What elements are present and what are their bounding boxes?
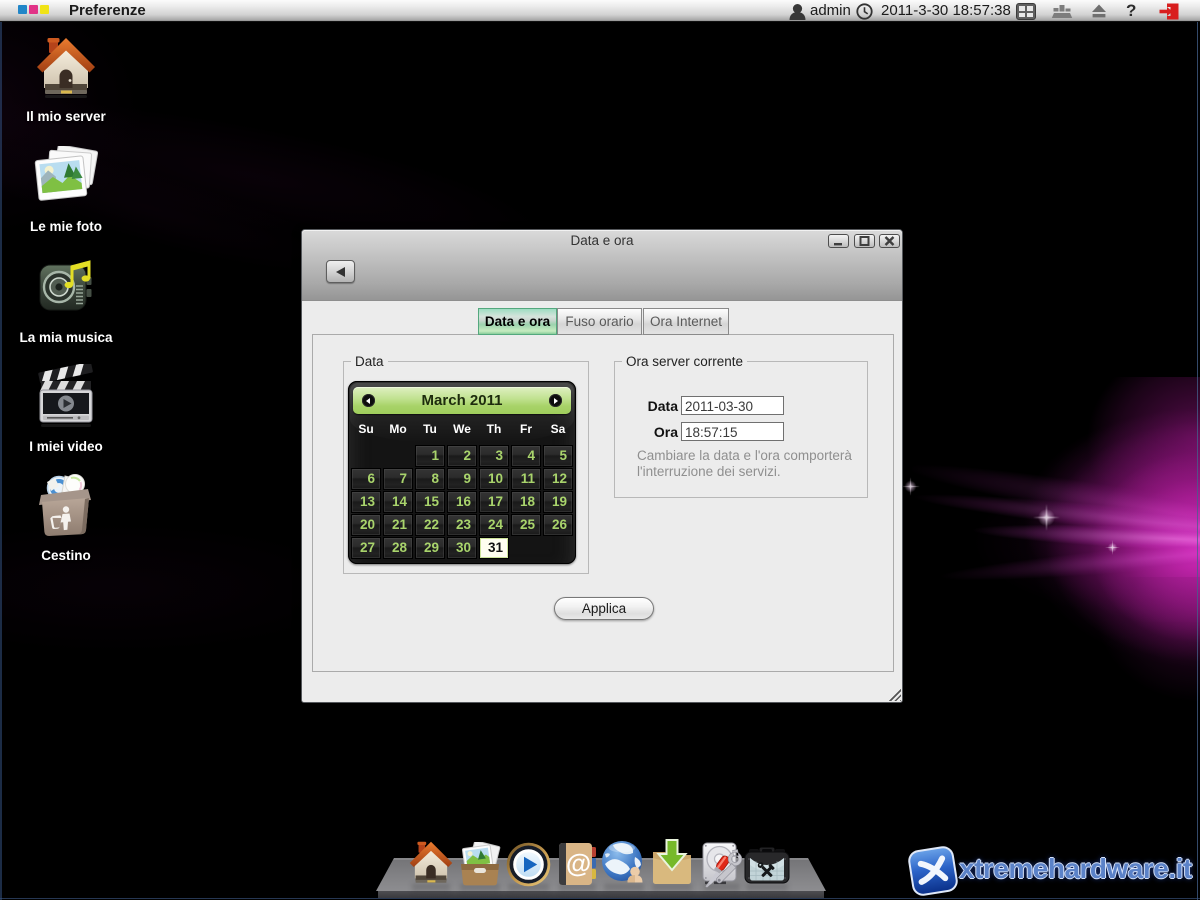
svg-text:@: @ <box>566 848 591 878</box>
